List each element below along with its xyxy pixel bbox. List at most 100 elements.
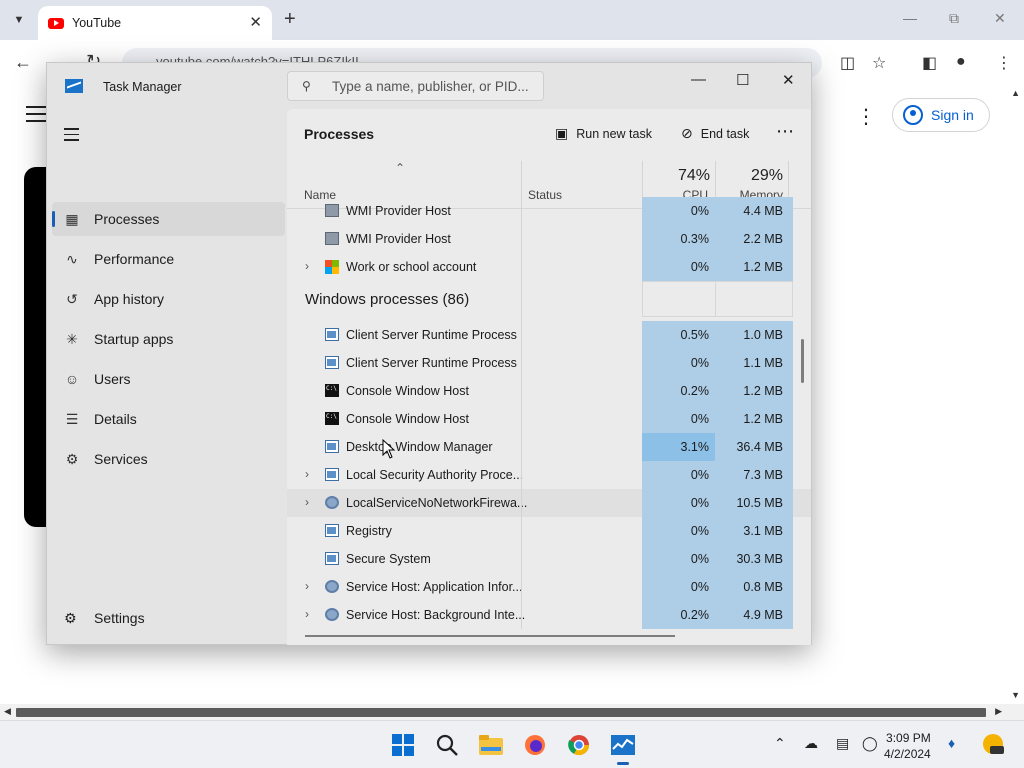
nav-label: Users (94, 371, 131, 387)
task-manager-titlebar[interactable]: Task Manager ⚲ Type a name, publisher, o… (47, 63, 811, 109)
network-icon[interactable]: ▤ (836, 735, 849, 752)
expand-chevron-icon[interactable]: › (305, 495, 309, 509)
back-arrow-icon[interactable]: ← (14, 52, 32, 73)
process-row[interactable]: › Local Security Authority Proce... 0% 7.3 … (287, 461, 811, 489)
processes-pane: Processes ▣ Run new task ⊘ End task ⋯ ⌃ … (287, 109, 811, 645)
group-title: Windows processes (86) (305, 291, 470, 308)
process-row[interactable]: Client Server Runtime Process 0.5% 1.0 MB (287, 321, 811, 349)
process-cpu: 0% (642, 517, 715, 545)
cpu-total: 74% (677, 167, 710, 184)
process-cpu: 0% (642, 573, 715, 601)
browser-close-button[interactable]: ✕ (994, 10, 1006, 27)
browser-tab-youtube[interactable]: YouTube ✕ (38, 6, 272, 40)
process-cpu: 0% (642, 197, 715, 225)
scroll-up-icon[interactable]: ▲ (1011, 88, 1020, 98)
sign-in-button[interactable]: Sign in (892, 98, 990, 132)
youtube-more-icon[interactable]: ⋮ (856, 104, 876, 129)
process-memory: 36.4 MB (715, 433, 793, 461)
bookmark-star-icon[interactable]: ☆ (872, 53, 886, 73)
scroll-down-icon[interactable]: ▼ (1011, 690, 1020, 700)
nav-services[interactable]: ⚙ Services (52, 442, 285, 476)
new-tab-button[interactable]: + (284, 8, 296, 31)
nav-startup-apps[interactable]: ✳ Startup apps (52, 322, 285, 356)
run-new-task-icon: ▣ (555, 125, 569, 141)
process-cpu: 0% (642, 349, 715, 377)
task-manager-taskbar-icon[interactable] (610, 732, 636, 765)
startup-apps-icon: ✳ (66, 330, 78, 347)
process-row[interactable]: › Service Host: Background Inte... 0.2% 4.9… (287, 601, 811, 629)
tm-minimize-button[interactable]: — (691, 71, 706, 88)
notification-bell-icon[interactable]: ♦ (948, 735, 955, 751)
nav-performance[interactable]: ∿ Performance (52, 242, 285, 276)
start-windows-icon[interactable] (390, 732, 416, 758)
process-row[interactable]: › Work or school account 0% 1.2 MB (287, 253, 811, 281)
process-cpu: 3.1% (642, 433, 715, 461)
settings-gear-icon: ⚙ (64, 609, 77, 626)
app-process-icon (325, 552, 339, 565)
firefox-icon[interactable] (522, 732, 548, 758)
browser-restore-button[interactable]: ⧉ (949, 10, 959, 27)
side-panel-icon[interactable]: ◧ (922, 53, 937, 73)
install-app-icon[interactable]: ◫ (840, 53, 855, 73)
expand-chevron-icon[interactable]: › (305, 607, 309, 621)
process-row[interactable]: › Service Host: Application Infor... 0% 0.8… (287, 573, 811, 601)
users-icon: ☺ (64, 371, 80, 387)
scroll-right-icon[interactable]: ▶ (995, 706, 1002, 717)
search-placeholder: Type a name, publisher, or PID... (332, 79, 529, 94)
nav-settings[interactable]: ⚙ Settings (52, 601, 285, 635)
show-hidden-icons-chevron-icon[interactable]: ⌃ (774, 735, 786, 752)
details-icon: ☰ (65, 410, 79, 427)
run-new-task-button[interactable]: ▣ Run new task (555, 125, 652, 142)
onedrive-icon[interactable]: ☁ (804, 735, 818, 752)
search-icon[interactable] (434, 732, 460, 758)
process-row[interactable]: Registry 0% 3.1 MB (287, 517, 811, 545)
scroll-left-icon[interactable]: ◀ (4, 706, 11, 717)
copilot-pre-icon[interactable] (982, 733, 1004, 758)
process-row[interactable]: Client Server Runtime Process 0% 1.1 MB (287, 349, 811, 377)
tm-hamburger-icon[interactable] (64, 128, 79, 145)
process-memory: 10.5 MB (715, 489, 793, 517)
end-task-button[interactable]: ⊘ End task (681, 125, 749, 142)
tm-maximize-button[interactable]: ☐ (736, 71, 749, 89)
nav-users[interactable]: ☺ Users (52, 362, 285, 396)
process-row[interactable]: WMI Provider Host 0% 4.4 MB (287, 197, 811, 225)
more-options-icon[interactable]: ⋯ (776, 121, 795, 142)
process-name: Local Security Authority Proce... (346, 468, 524, 482)
task-manager-window: Task Manager ⚲ Type a name, publisher, o… (46, 62, 812, 645)
youtube-hamburger-icon[interactable] (26, 106, 46, 127)
windows-processes-group[interactable]: Windows processes (86) (287, 281, 811, 319)
process-search-input[interactable]: ⚲ Type a name, publisher, or PID... (287, 71, 544, 101)
memory-total: 29% (750, 167, 783, 184)
process-row[interactable]: Secure System 0% 30.3 MB (287, 545, 811, 573)
process-list-scrollbar[interactable] (801, 339, 804, 383)
process-row[interactable]: Console Window Host 0%1.2 MB (287, 405, 811, 433)
volume-muted-icon[interactable]: ◯ (862, 735, 878, 752)
expand-chevron-icon[interactable]: › (305, 259, 309, 273)
browser-menu-icon[interactable]: ⋮ (996, 53, 1012, 73)
system-clock[interactable]: 3:09 PM 4/2/2024 (884, 730, 931, 762)
nav-app-history[interactable]: ↺ App history (52, 282, 285, 316)
tab-search-chevron-icon[interactable]: ▼ (8, 9, 30, 31)
process-name: Client Server Runtime Process (346, 356, 517, 370)
process-memory: 7.3 MB (715, 461, 793, 489)
process-row[interactable]: Console Window Host 0.2%1.2 MB (287, 377, 811, 405)
tab-close-icon[interactable]: ✕ (249, 13, 262, 31)
file-explorer-icon[interactable] (478, 732, 504, 758)
nav-details[interactable]: ☰ Details (52, 402, 285, 436)
expand-chevron-icon[interactable]: › (305, 467, 309, 481)
expand-chevron-icon[interactable]: › (305, 579, 309, 593)
browser-minimize-button[interactable]: — (903, 10, 917, 26)
process-row[interactable]: › LocalServiceNoNetworkFirewa... 0% 10.5 MB (287, 489, 811, 517)
app-process-icon (325, 524, 339, 537)
process-list-horizontal-scrollbar[interactable] (305, 635, 675, 637)
page-horizontal-scrollbar[interactable]: ◀ ▶ (0, 704, 1024, 720)
page-vertical-scrollbar[interactable]: ▲ ▼ (1006, 88, 1024, 700)
horizontal-scroll-thumb[interactable] (16, 708, 986, 717)
profile-icon[interactable]: ● (956, 53, 966, 71)
tm-close-button[interactable]: ✕ (782, 71, 795, 89)
process-cpu: 0% (642, 405, 715, 433)
process-row[interactable]: Desktop Window Manager 3.1% 36.4 MB (287, 433, 811, 461)
nav-processes[interactable]: ▦ Processes (52, 202, 285, 236)
chrome-icon[interactable] (566, 732, 592, 758)
process-row[interactable]: WMI Provider Host 0.3% 2.2 MB (287, 225, 811, 253)
